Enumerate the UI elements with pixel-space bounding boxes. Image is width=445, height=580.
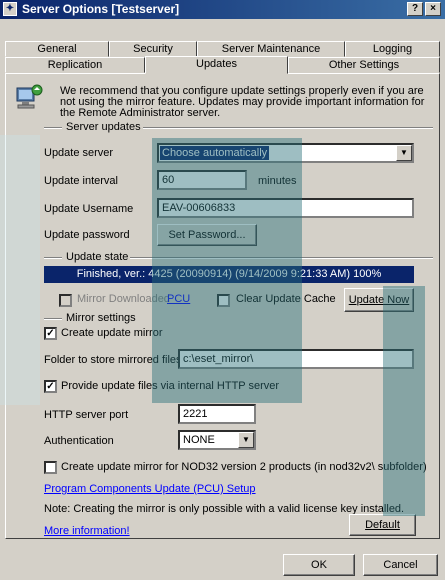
set-password-button[interactable]: Set Password...: [157, 224, 257, 246]
mirror-downloaded-label: Mirror Downloaded: [77, 293, 170, 305]
server-updates-group-label: Server updates: [64, 121, 143, 133]
tab-other-settings[interactable]: Other Settings: [288, 57, 440, 73]
mirror-settings-group-label: Mirror settings: [64, 312, 138, 324]
server-options-dialog: ✦ Server Options [Testserver] ? × Genera…: [0, 0, 445, 580]
tab-security[interactable]: Security: [109, 41, 197, 57]
chevron-down-icon[interactable]: ▼: [238, 432, 254, 448]
pcu-setup-link[interactable]: Program Components Update (PCU) Setup: [44, 483, 256, 495]
nod32-mirror-label: Create update mirror for NOD32 version 2…: [61, 461, 427, 473]
app-icon: ✦: [3, 2, 17, 16]
group-divider: [130, 257, 433, 259]
update-server-dropdown[interactable]: Choose automatically: [157, 143, 414, 163]
pcu-link[interactable]: PCU: [167, 293, 190, 305]
tab-general[interactable]: General: [5, 41, 109, 57]
info-text-line3: the Remote Administrator server.: [60, 107, 221, 119]
default-button[interactable]: Default: [349, 514, 416, 536]
update-interval-label: Update interval: [44, 175, 118, 187]
clear-update-cache-label: Clear Update Cache: [236, 293, 336, 305]
mirror-downloaded-checkbox[interactable]: [59, 294, 72, 307]
computer-update-icon: [14, 82, 44, 112]
update-status-bar: Finished, ver.: 4425 (20090914) (9/14/20…: [44, 266, 414, 283]
close-button[interactable]: ×: [425, 2, 441, 16]
folder-input[interactable]: c:\eset_mirror\: [178, 349, 414, 369]
tab-server-maintenance[interactable]: Server Maintenance: [197, 41, 345, 57]
http-port-input[interactable]: 2221: [178, 404, 256, 424]
more-information-link[interactable]: More information!: [44, 525, 130, 537]
chevron-down-icon[interactable]: ▼: [396, 145, 412, 161]
update-state-group-label: Update state: [64, 251, 131, 263]
update-password-label: Update password: [44, 229, 130, 241]
ok-button[interactable]: OK: [283, 554, 355, 576]
minutes-label: minutes: [258, 175, 297, 187]
http-port-label: HTTP server port: [44, 409, 129, 421]
update-server-label: Update server: [44, 147, 114, 159]
update-interval-input[interactable]: 60: [157, 170, 247, 190]
group-divider: [44, 127, 62, 129]
tab-logging[interactable]: Logging: [345, 41, 440, 57]
group-divider: [143, 127, 433, 129]
http-server-checkbox[interactable]: ✓: [44, 380, 57, 393]
window-title: Server Options [Testserver]: [22, 2, 180, 16]
cancel-button[interactable]: Cancel: [363, 554, 438, 576]
update-server-value: Choose automatically: [159, 145, 271, 161]
http-server-label: Provide update files via internal HTTP s…: [61, 380, 280, 392]
group-divider: [44, 318, 62, 320]
group-divider: [44, 257, 62, 259]
authentication-label: Authentication: [44, 435, 114, 447]
update-username-input[interactable]: EAV-00606833: [157, 198, 414, 218]
help-button[interactable]: ?: [407, 2, 423, 16]
create-mirror-checkbox[interactable]: ✓: [44, 327, 57, 340]
create-mirror-label: Create update mirror: [61, 327, 163, 339]
update-now-button[interactable]: Update Now: [344, 288, 414, 312]
update-username-label: Update Username: [44, 203, 134, 215]
title-bar[interactable]: ✦ Server Options [Testserver] ? ×: [0, 0, 445, 19]
folder-label: Folder to store mirrored files: [44, 354, 182, 366]
tab-replication[interactable]: Replication: [5, 57, 145, 73]
nod32-mirror-checkbox[interactable]: [44, 461, 57, 474]
tab-updates[interactable]: Updates: [145, 56, 288, 74]
clear-update-cache-checkbox[interactable]: [217, 294, 230, 307]
